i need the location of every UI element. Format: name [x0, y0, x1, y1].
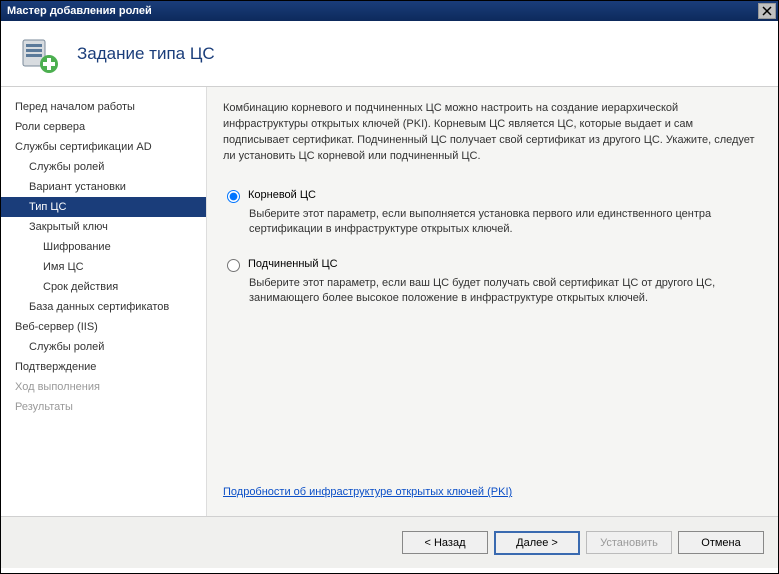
sidebar-item[interactable]: Подтверждение — [1, 357, 206, 377]
radio-label: Подчиненный ЦС — [248, 258, 338, 270]
install-button[interactable]: Установить — [586, 531, 672, 554]
titlebar: Мастер добавления ролей — [1, 1, 778, 21]
page-title: Задание типа ЦС — [77, 44, 215, 64]
sidebar-item[interactable]: Тип ЦС — [1, 197, 206, 217]
sidebar-item: Результаты — [1, 397, 206, 417]
sidebar-item[interactable]: Перед началом работы — [1, 97, 206, 117]
close-icon — [762, 6, 772, 16]
next-button[interactable]: Далее > — [494, 531, 580, 555]
server-role-icon — [19, 34, 59, 74]
sidebar-item: Ход выполнения — [1, 377, 206, 397]
sidebar-item[interactable]: Срок действия — [1, 277, 206, 297]
content-panel: Комбинацию корневого и подчиненных ЦС мо… — [206, 87, 778, 516]
radio-description: Выберите этот параметр, если ваш ЦС буде… — [249, 276, 756, 307]
sidebar-item[interactable]: Веб-сервер (IIS) — [1, 317, 206, 337]
ca-type-radio-group: Корневой ЦС Выберите этот параметр, если … — [227, 189, 756, 327]
sidebar-item[interactable]: Службы ролей — [1, 337, 206, 357]
sidebar-item[interactable]: Службы ролей — [1, 157, 206, 177]
sidebar-item[interactable]: Закрытый ключ — [1, 217, 206, 237]
ca-type-radio[interactable] — [227, 190, 240, 203]
sidebar-item[interactable]: Роли сервера — [1, 117, 206, 137]
sidebar-item[interactable]: База данных сертификатов — [1, 297, 206, 317]
back-button[interactable]: < Назад — [402, 531, 488, 554]
wizard-header: Задание типа ЦС — [1, 21, 778, 86]
window-title: Мастер добавления ролей — [7, 5, 758, 17]
radio-description: Выберите этот параметр, если выполняется… — [249, 207, 756, 238]
radio-label: Корневой ЦС — [248, 189, 316, 201]
sidebar-item[interactable]: Шифрование — [1, 237, 206, 257]
cancel-button[interactable]: Отмена — [678, 531, 764, 554]
sidebar-item[interactable]: Вариант установки — [1, 177, 206, 197]
radio-option: Подчиненный ЦС — [227, 258, 756, 272]
sidebar-item[interactable]: Службы сертификации AD — [1, 137, 206, 157]
wizard-sidebar: Перед началом работыРоли сервераСлужбы с… — [1, 87, 206, 516]
wizard-footer: < Назад Далее > Установить Отмена — [1, 516, 778, 568]
sidebar-item[interactable]: Имя ЦС — [1, 257, 206, 277]
ca-type-radio[interactable] — [227, 259, 240, 272]
pki-details-link[interactable]: Подробности об инфраструктуре открытых к… — [223, 486, 756, 498]
main-area: Перед началом работыРоли сервераСлужбы с… — [1, 86, 778, 516]
radio-option: Корневой ЦС — [227, 189, 756, 203]
intro-text: Комбинацию корневого и подчиненных ЦС мо… — [223, 101, 756, 165]
close-button[interactable] — [758, 3, 776, 19]
